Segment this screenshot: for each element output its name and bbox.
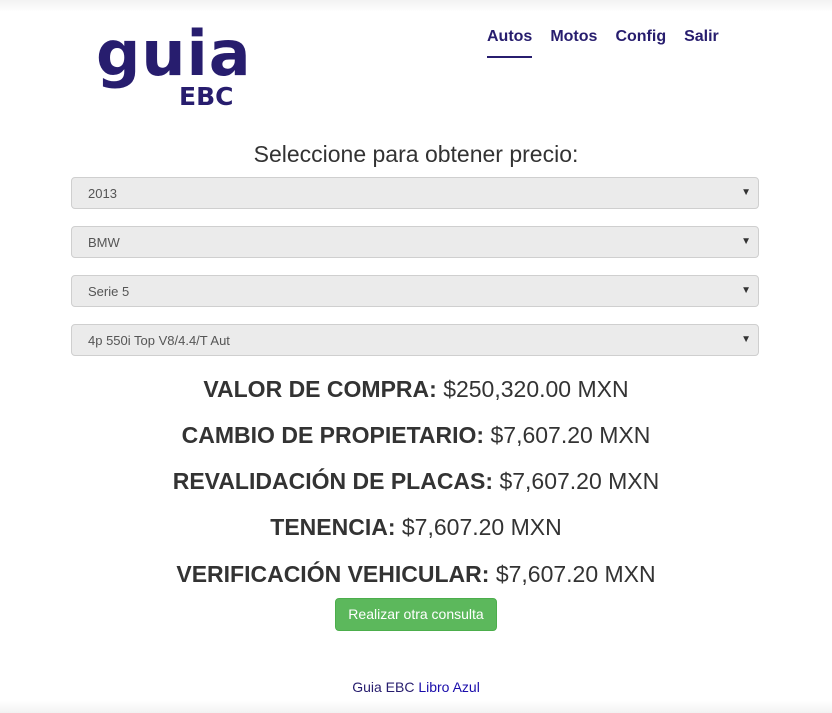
result-value: $250,320.00 MXN xyxy=(443,376,629,402)
version-select[interactable]: 4p 550i Top V8/4.4/T Aut ▼ xyxy=(71,324,759,356)
result-label: TENENCIA: xyxy=(270,514,396,540)
caret-down-icon: ▼ xyxy=(741,334,751,345)
result-label: VERIFICACIÓN VEHICULAR: xyxy=(176,561,490,587)
logo-sub-text: EBC xyxy=(179,82,234,111)
model-select-value: Serie 5 xyxy=(88,284,130,299)
result-label: VALOR DE COMPRA: xyxy=(203,376,437,402)
brand-select[interactable]: BMW ▼ xyxy=(71,226,759,258)
footer: Guia EBC Libro Azul xyxy=(0,678,832,696)
footer-text: Guia EBC xyxy=(352,679,415,695)
result-verificacion-vehicular: VERIFICACIÓN VEHICULAR: $7,607.20 MXN xyxy=(0,560,832,588)
brand-select-value: BMW xyxy=(88,235,120,250)
year-select[interactable]: 2013 ▼ xyxy=(71,177,759,209)
nav-item-motos[interactable]: Motos xyxy=(541,26,606,58)
nav-item-autos[interactable]: Autos xyxy=(478,26,541,58)
logo[interactable]: guia EBC xyxy=(96,18,251,118)
result-revalidacion-placas: REVALIDACIÓN DE PLACAS: $7,607.20 MXN xyxy=(0,467,832,495)
new-query-button[interactable]: Realizar otra consulta xyxy=(335,598,497,631)
caret-down-icon: ▼ xyxy=(741,187,751,198)
result-tenencia: TENENCIA: $7,607.20 MXN xyxy=(0,513,832,541)
result-valor-compra: VALOR DE COMPRA: $250,320.00 MXN xyxy=(0,375,832,403)
main-nav: Autos Motos Config Salir xyxy=(478,26,728,58)
result-cambio-propietario: CAMBIO DE PROPIETARIO: $7,607.20 MXN xyxy=(0,421,832,449)
result-value: $7,607.20 MXN xyxy=(499,468,660,494)
year-select-value: 2013 xyxy=(88,186,117,201)
caret-down-icon: ▼ xyxy=(741,285,751,296)
caret-down-icon: ▼ xyxy=(741,236,751,247)
result-value: $7,607.20 MXN xyxy=(490,422,651,448)
result-label: CAMBIO DE PROPIETARIO: xyxy=(181,422,485,448)
nav-item-config[interactable]: Config xyxy=(606,26,675,58)
result-label: REVALIDACIÓN DE PLACAS: xyxy=(172,468,494,494)
page: guia EBC Autos Motos Config Salir Selecc… xyxy=(0,0,832,713)
result-value: $7,607.20 MXN xyxy=(401,514,562,540)
result-value: $7,607.20 MXN xyxy=(495,561,656,587)
nav-item-salir[interactable]: Salir xyxy=(675,26,728,58)
version-select-value: 4p 550i Top V8/4.4/T Aut xyxy=(88,333,230,348)
footer-link-libro-azul[interactable]: Libro Azul xyxy=(418,679,479,695)
logo-main-text: guia xyxy=(96,17,252,90)
form-prompt: Seleccione para obtener precio: xyxy=(253,141,579,167)
model-select[interactable]: Serie 5 ▼ xyxy=(71,275,759,307)
